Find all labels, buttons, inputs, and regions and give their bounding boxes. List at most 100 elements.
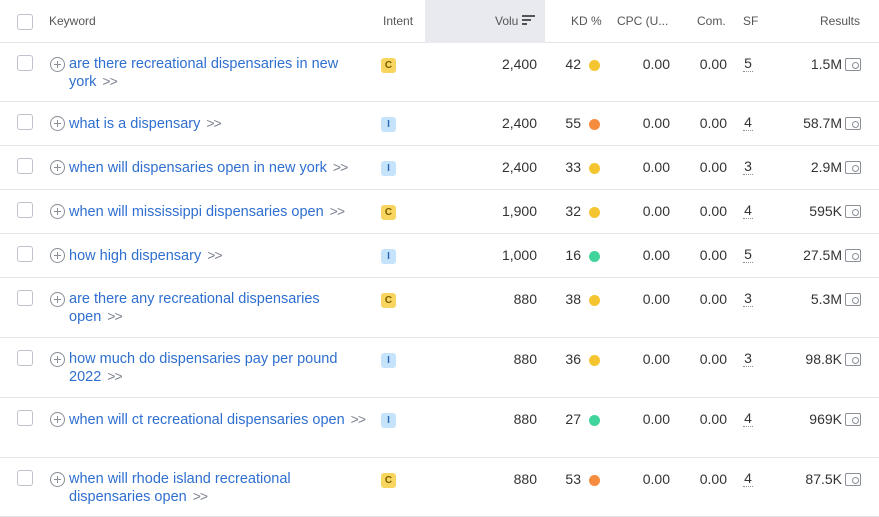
intent-badge: I xyxy=(381,413,396,428)
header-kd[interactable]: KD % xyxy=(571,0,602,43)
serp-features-count[interactable]: 4 xyxy=(743,203,753,219)
keyword-link[interactable]: when will dispensaries open in new york >… xyxy=(69,159,369,177)
keyword-text-line1[interactable]: when will ct recreational dispensaries o… xyxy=(69,412,345,428)
serp-features-count[interactable]: 4 xyxy=(743,471,753,487)
keyword-link[interactable]: when will ct recreational dispensaries o… xyxy=(69,411,369,429)
keyword-link[interactable]: are there recreational dispensaries in n… xyxy=(69,56,369,91)
add-to-list-icon[interactable] xyxy=(50,57,65,72)
row-checkbox[interactable] xyxy=(17,246,33,262)
volume-value: 2,400 xyxy=(501,159,537,175)
serp-preview-icon[interactable] xyxy=(845,117,861,130)
row-checkbox[interactable] xyxy=(17,158,33,174)
keyword-link[interactable]: are there any recreational dispensaries … xyxy=(69,291,369,326)
kd-difficulty-dot xyxy=(589,163,600,174)
chevron-double-right-icon[interactable]: >> xyxy=(102,73,117,89)
keyword-text-line1[interactable]: are there recreational dispensaries in n… xyxy=(69,56,338,72)
competition-value: 0.00 xyxy=(699,471,727,487)
row-checkbox[interactable] xyxy=(17,202,33,218)
kd-value: 33 xyxy=(565,159,581,175)
keyword-link[interactable]: how high dispensary >> xyxy=(69,247,369,265)
volume-value: 2,400 xyxy=(501,56,537,72)
results-value: 5.3M xyxy=(810,291,842,307)
kd-value: 53 xyxy=(565,471,581,487)
serp-preview-icon[interactable] xyxy=(845,205,861,218)
results-value: 2.9M xyxy=(810,159,842,175)
intent-badge: C xyxy=(381,473,396,488)
keyword-text-line1[interactable]: when will mississippi dispensaries open xyxy=(69,204,324,220)
header-results[interactable]: Results xyxy=(820,0,860,43)
kd-difficulty-dot xyxy=(589,119,600,130)
keyword-text-line1[interactable]: how much do dispensaries pay per pound xyxy=(69,351,337,367)
row-checkbox[interactable] xyxy=(17,410,33,426)
intent-badge: C xyxy=(381,58,396,73)
serp-features-count[interactable]: 4 xyxy=(743,115,753,131)
keyword-text-line1[interactable]: are there any recreational dispensaries xyxy=(69,291,320,307)
chevron-double-right-icon[interactable]: >> xyxy=(107,308,122,324)
serp-features-count[interactable]: 5 xyxy=(743,247,753,263)
chevron-double-right-icon[interactable]: >> xyxy=(351,411,366,427)
serp-features-count[interactable]: 4 xyxy=(743,411,753,427)
chevron-double-right-icon[interactable]: >> xyxy=(330,203,345,219)
sort-descending-icon[interactable] xyxy=(522,15,535,26)
cpc-value: 0.00 xyxy=(642,115,670,131)
keyword-link[interactable]: what is a dispensary >> xyxy=(69,115,369,133)
keyword-text-line2[interactable]: 2022 xyxy=(69,369,101,385)
header-competition[interactable]: Com. xyxy=(697,0,726,43)
table-header: Keyword Intent Volu KD % CPC (U... Com. … xyxy=(0,0,879,43)
table-row: when will dispensaries open in new york >… xyxy=(0,146,879,190)
serp-features-count[interactable]: 5 xyxy=(743,56,753,72)
add-to-list-icon[interactable] xyxy=(50,412,65,427)
chevron-double-right-icon[interactable]: >> xyxy=(333,159,348,175)
add-to-list-icon[interactable] xyxy=(50,204,65,219)
row-checkbox[interactable] xyxy=(17,470,33,486)
intent-badge: I xyxy=(381,353,396,368)
serp-preview-icon[interactable] xyxy=(845,413,861,426)
header-intent[interactable]: Intent xyxy=(383,0,413,43)
volume-value: 880 xyxy=(513,411,537,427)
select-all-checkbox[interactable] xyxy=(17,14,33,30)
row-checkbox[interactable] xyxy=(17,290,33,306)
intent-badge: C xyxy=(381,293,396,308)
keyword-text-line2[interactable]: dispensaries open xyxy=(69,489,187,505)
competition-value: 0.00 xyxy=(699,247,727,263)
keyword-text-line2[interactable]: york xyxy=(69,74,96,90)
serp-preview-icon[interactable] xyxy=(845,249,861,262)
results-value: 58.7M xyxy=(803,115,842,131)
serp-preview-icon[interactable] xyxy=(845,161,861,174)
keyword-link[interactable]: when will mississippi dispensaries open >… xyxy=(69,203,369,221)
header-keyword[interactable]: Keyword xyxy=(49,0,96,43)
row-checkbox[interactable] xyxy=(17,114,33,130)
add-to-list-icon[interactable] xyxy=(50,352,65,367)
chevron-double-right-icon[interactable]: >> xyxy=(207,247,222,263)
serp-features-count[interactable]: 3 xyxy=(743,291,753,307)
keyword-text-line2[interactable]: open xyxy=(69,309,101,325)
row-checkbox[interactable] xyxy=(17,350,33,366)
keyword-link[interactable]: when will rhode island recreational disp… xyxy=(69,471,369,506)
serp-preview-icon[interactable] xyxy=(845,293,861,306)
header-serp-features[interactable]: SF xyxy=(743,0,758,43)
add-to-list-icon[interactable] xyxy=(50,472,65,487)
keyword-text-line1[interactable]: when will dispensaries open in new york xyxy=(69,160,327,176)
chevron-double-right-icon[interactable]: >> xyxy=(206,115,221,131)
add-to-list-icon[interactable] xyxy=(50,116,65,131)
serp-preview-icon[interactable] xyxy=(845,58,861,71)
kd-value: 42 xyxy=(565,56,581,72)
serp-features-count[interactable]: 3 xyxy=(743,351,753,367)
add-to-list-icon[interactable] xyxy=(50,248,65,263)
competition-value: 0.00 xyxy=(699,115,727,131)
results-value: 969K xyxy=(809,411,842,427)
keyword-text-line1[interactable]: when will rhode island recreational xyxy=(69,471,291,487)
add-to-list-icon[interactable] xyxy=(50,160,65,175)
keyword-link[interactable]: how much do dispensaries pay per pound 2… xyxy=(69,351,369,386)
serp-preview-icon[interactable] xyxy=(845,473,861,486)
add-to-list-icon[interactable] xyxy=(50,292,65,307)
serp-features-count[interactable]: 3 xyxy=(743,159,753,175)
keyword-text-line1[interactable]: how high dispensary xyxy=(69,248,201,264)
chevron-double-right-icon[interactable]: >> xyxy=(107,368,122,384)
serp-preview-icon[interactable] xyxy=(845,353,861,366)
row-checkbox[interactable] xyxy=(17,55,33,71)
chevron-double-right-icon[interactable]: >> xyxy=(193,488,208,504)
header-volume[interactable]: Volu xyxy=(495,0,518,43)
header-cpc[interactable]: CPC (U... xyxy=(617,0,668,43)
keyword-text-line1[interactable]: what is a dispensary xyxy=(69,116,200,132)
